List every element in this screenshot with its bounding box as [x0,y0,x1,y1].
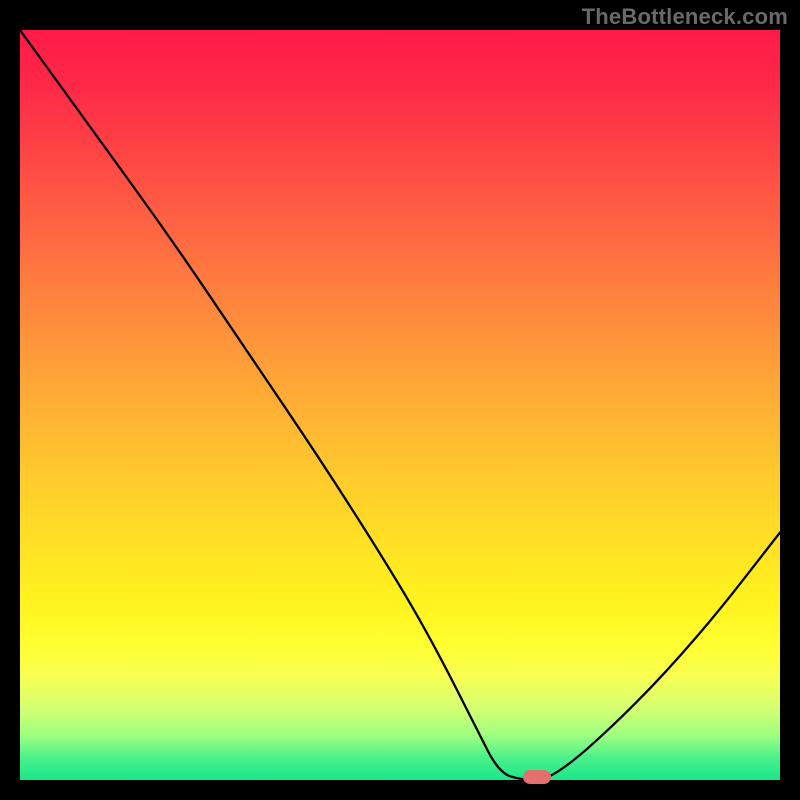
optimal-marker [523,770,551,784]
bottleneck-curve [20,30,780,780]
plot-area [20,30,780,780]
attribution-text: TheBottleneck.com [582,4,788,30]
chart-frame: TheBottleneck.com [0,0,800,800]
